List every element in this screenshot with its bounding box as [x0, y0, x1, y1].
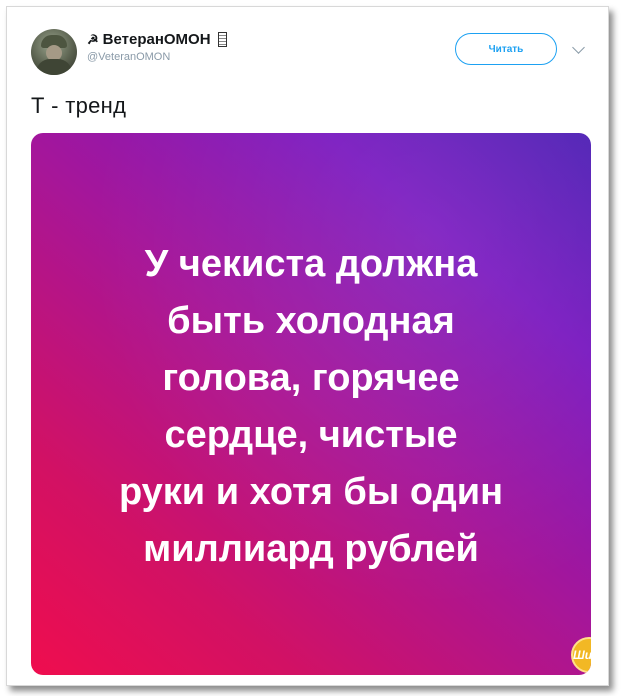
display-name[interactable]: ВетеранОМОН: [103, 31, 211, 48]
caption-line: миллиард рублей: [143, 528, 479, 570]
image-caption: У чекиста должна быть холодная голова, г…: [31, 236, 591, 578]
tweet-card: ☭ ВетеранОМОН @VeteranOMON Читать Т - тр…: [6, 6, 609, 686]
flag-icon: [217, 32, 227, 47]
caption-line: быть холодная: [167, 300, 455, 342]
author-handle[interactable]: @VeteranOMON: [87, 51, 227, 63]
follow-button[interactable]: Читать: [455, 33, 557, 65]
caption-line: голова, горячее: [162, 357, 460, 399]
tweet-header: ☭ ВетеранОМОН @VeteranOMON Читать: [7, 7, 608, 97]
watermark-logo: Шика: [571, 637, 591, 673]
tweet-media[interactable]: У чекиста должна быть холодная голова, г…: [31, 133, 591, 675]
chevron-down-icon[interactable]: [572, 41, 585, 54]
avatar[interactable]: [31, 29, 77, 75]
caption-line: руки и хотя бы один: [118, 471, 504, 513]
author-block: ☭ ВетеранОМОН @VeteranOMON: [87, 31, 227, 63]
caption-line: У чекиста должна: [144, 243, 478, 285]
caption-line: сердце, чистые: [164, 414, 458, 456]
author-name-row[interactable]: ☭ ВетеранОМОН: [87, 31, 227, 48]
avatar-body: [36, 59, 72, 75]
tweet-text: Т - тренд: [31, 93, 127, 118]
sickle-icon: ☭: [87, 31, 99, 47]
